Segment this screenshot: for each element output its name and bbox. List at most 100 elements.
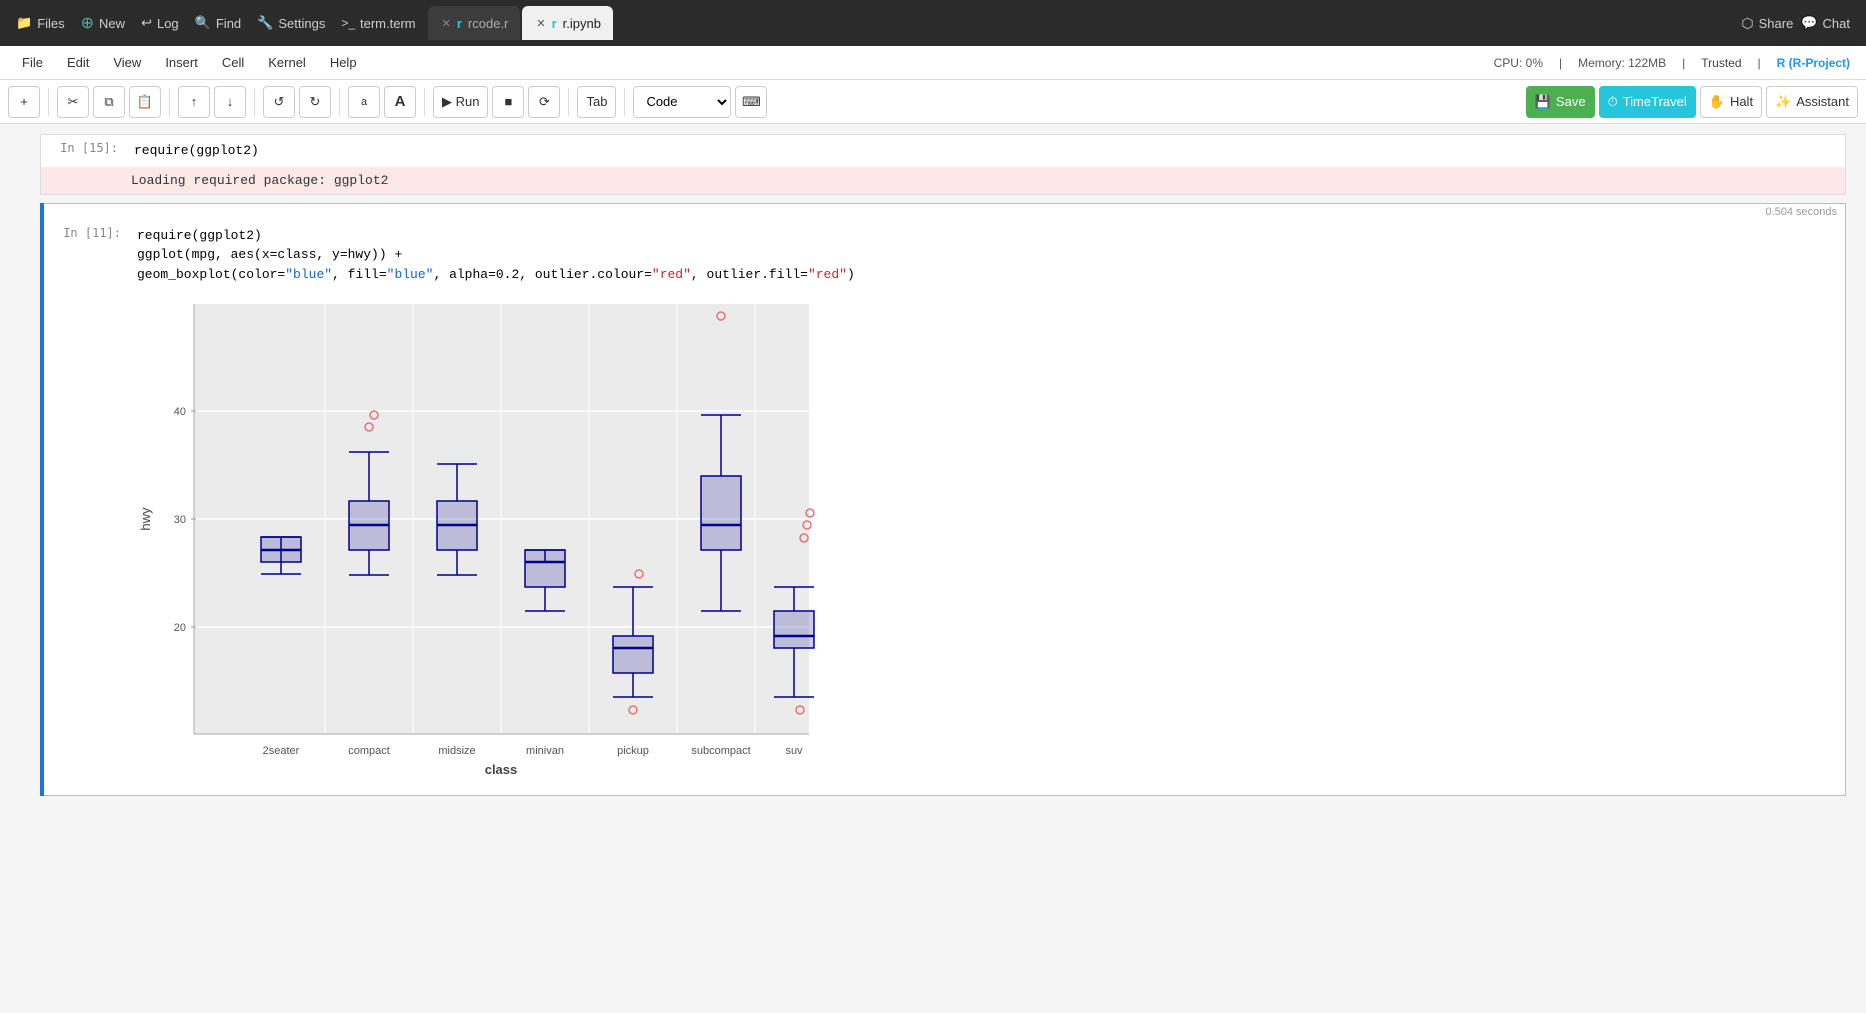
- toolbar-sep-1: [48, 88, 49, 116]
- tab-rcode[interactable]: ✕ r rcode.r: [428, 6, 521, 40]
- menu-cell[interactable]: Cell: [212, 51, 254, 74]
- close-x-ripynb[interactable]: ✕: [536, 17, 545, 30]
- cell-15-label: In [15]:: [41, 135, 126, 161]
- toolbar-sep-2: [169, 88, 170, 116]
- menu-view[interactable]: View: [103, 51, 151, 74]
- tab-bar: 📁 Files ⊕ New ↩ Log 🔍 Find 🔧 Settings >_…: [0, 0, 1866, 46]
- halt-icon: ✋: [1709, 94, 1725, 110]
- new-label: New: [99, 16, 125, 31]
- toolbar: + ✂ ⧉ 📋 ↑ ↓ ↺ ↻ a A ▶ Run ■ ⟳ Tab Code M…: [0, 80, 1866, 124]
- tab-bar-left: 📁 Files ⊕ New ↩ Log 🔍 Find 🔧 Settings >_…: [8, 13, 424, 33]
- redo-button[interactable]: ↻: [299, 86, 331, 118]
- tab-ripynb-label: r.ipynb: [563, 16, 601, 31]
- chat-icon: 💬: [1801, 15, 1817, 31]
- copy-button[interactable]: ⧉: [93, 86, 125, 118]
- toolbar-sep-7: [624, 88, 625, 116]
- cut-button[interactable]: ✂: [57, 86, 89, 118]
- paste-button[interactable]: 📋: [129, 86, 161, 118]
- move-up-button[interactable]: ↑: [178, 86, 210, 118]
- toolbar-sep-6: [568, 88, 569, 116]
- settings-nav-item[interactable]: 🔧 Settings: [257, 15, 325, 31]
- files-label: Files: [37, 16, 64, 31]
- find-nav-item[interactable]: 🔍 Find: [195, 15, 241, 31]
- files-icon: 📁: [16, 15, 32, 31]
- term-nav-item[interactable]: >_ term.term: [341, 16, 415, 31]
- halt-label: Halt: [1730, 94, 1753, 109]
- toolbar-sep-5: [424, 88, 425, 116]
- run-button[interactable]: ▶ Run: [433, 86, 488, 118]
- svg-text:class: class: [485, 762, 518, 777]
- share-nav-item[interactable]: ⬡ Share: [1741, 15, 1793, 32]
- font-small-button[interactable]: a: [348, 86, 380, 118]
- cpu-status: CPU: 0%: [1490, 56, 1547, 70]
- font-large-button[interactable]: A: [384, 86, 416, 118]
- menu-bar-status: CPU: 0% | Memory: 122MB | Trusted | R (R…: [1490, 56, 1854, 70]
- save-icon: 💾: [1535, 94, 1551, 110]
- tab-rcode-label: rcode.r: [468, 16, 508, 31]
- find-icon: 🔍: [195, 15, 211, 31]
- toolbar-sep-3: [254, 88, 255, 116]
- find-label: Find: [216, 16, 241, 31]
- trusted-badge: Trusted: [1697, 56, 1745, 70]
- cell-11: 0.504 seconds In [11]: require(ggplot2) …: [20, 203, 1846, 797]
- add-cell-button[interactable]: +: [8, 86, 40, 118]
- menu-edit[interactable]: Edit: [57, 51, 99, 74]
- term-label: term.term: [360, 16, 416, 31]
- timetravel-button[interactable]: ⏱ TimeTravel: [1599, 86, 1696, 118]
- menu-kernel[interactable]: Kernel: [258, 51, 316, 74]
- cell-15: In [15]: require(ggplot2) Loading requir…: [20, 134, 1846, 195]
- tabs-area: ✕ r rcode.r ✕ r r.ipynb: [428, 6, 1730, 40]
- assistant-button[interactable]: ✨ Assistant: [1766, 86, 1858, 118]
- chart-container: hwy 20 30 40 2seater compact midsize min…: [134, 294, 1837, 787]
- close-x-rcode[interactable]: ✕: [442, 17, 451, 30]
- undo-button[interactable]: ↺: [263, 86, 295, 118]
- boxplot-chart: hwy 20 30 40 2seater compact midsize min…: [134, 294, 824, 784]
- share-label: Share: [1759, 16, 1794, 31]
- toolbar-sep-4: [339, 88, 340, 116]
- log-icon: ↩: [141, 15, 152, 31]
- cell-15-code[interactable]: require(ggplot2): [126, 135, 1845, 167]
- notebook: In [15]: require(ggplot2) Loading requir…: [0, 124, 1866, 1013]
- term-icon: >_: [341, 16, 355, 30]
- chat-nav-item[interactable]: 💬 Chat: [1801, 15, 1850, 31]
- menu-help[interactable]: Help: [320, 51, 367, 74]
- save-label: Save: [1556, 94, 1586, 109]
- save-button[interactable]: 💾 Save: [1526, 86, 1595, 118]
- log-nav-item[interactable]: ↩ Log: [141, 15, 179, 31]
- tab-ripynb[interactable]: ✕ r r.ipynb: [522, 6, 613, 40]
- cell-11-label: In [11]:: [44, 220, 129, 246]
- svg-text:minivan: minivan: [526, 745, 564, 757]
- svg-text:pickup: pickup: [617, 745, 649, 757]
- r-icon-rcode: r: [457, 16, 462, 31]
- menu-file[interactable]: File: [12, 51, 53, 74]
- timetravel-icon: ⏱: [1608, 94, 1618, 110]
- stop-button[interactable]: ■: [492, 86, 524, 118]
- tab-button[interactable]: Tab: [577, 86, 616, 118]
- toolbar-right: 💾 Save ⏱ TimeTravel ✋ Halt ✨ Assistant: [1526, 86, 1858, 118]
- new-nav-item[interactable]: ⊕ New: [81, 13, 125, 33]
- cell-11-timing: 0.504 seconds: [44, 204, 1845, 220]
- timetravel-label: TimeTravel: [1623, 94, 1687, 109]
- cell-15-output: Loading required package: ggplot2: [41, 167, 1845, 194]
- menu-insert[interactable]: Insert: [155, 51, 208, 74]
- tab-bar-right: ⬡ Share 💬 Chat: [1733, 15, 1858, 32]
- menu-bar: File Edit View Insert Cell Kernel Help C…: [0, 46, 1866, 80]
- cell-11-code[interactable]: require(ggplot2) ggplot(mpg, aes(x=class…: [129, 220, 1845, 291]
- files-nav-item[interactable]: 📁 Files: [16, 15, 65, 31]
- move-down-button[interactable]: ↓: [214, 86, 246, 118]
- svg-text:30: 30: [174, 514, 186, 526]
- settings-icon: 🔧: [257, 15, 273, 31]
- svg-text:20: 20: [174, 622, 186, 634]
- halt-button[interactable]: ✋ Halt: [1700, 86, 1762, 118]
- rproject-badge: R (R-Project): [1773, 56, 1854, 70]
- assistant-icon: ✨: [1775, 94, 1791, 110]
- assistant-label: Assistant: [1796, 94, 1849, 109]
- svg-text:2seater: 2seater: [263, 745, 300, 757]
- memory-status: Memory: 122MB: [1574, 56, 1670, 70]
- restart-button[interactable]: ⟳: [528, 86, 560, 118]
- svg-text:midsize: midsize: [438, 745, 475, 757]
- cell-type-select[interactable]: Code Markdown Raw: [633, 86, 731, 118]
- keyboard-button[interactable]: ⌨: [735, 86, 767, 118]
- log-label: Log: [157, 16, 179, 31]
- r-icon-ripynb: r: [552, 16, 557, 31]
